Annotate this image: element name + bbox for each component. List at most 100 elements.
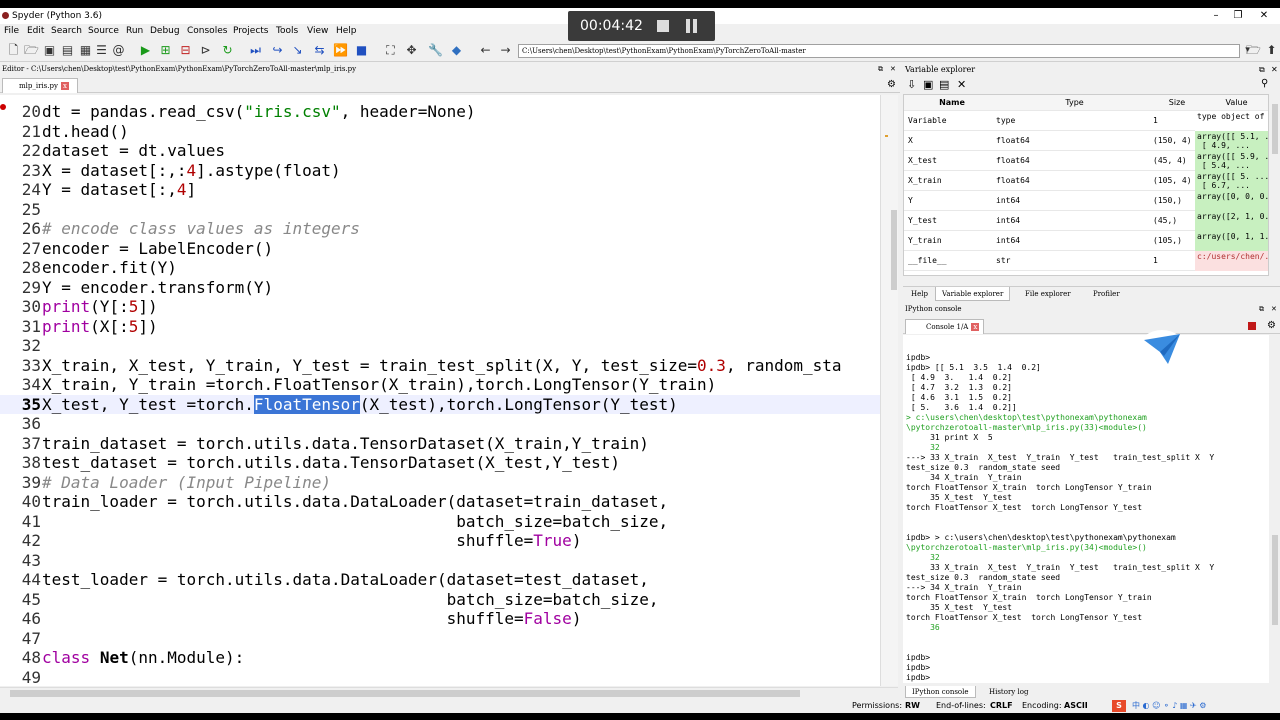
stop-recording-icon[interactable]	[657, 20, 669, 32]
tab-file-explorer[interactable]: File explorer	[1019, 287, 1077, 301]
float-pane-icon[interactable]: ⧉	[1259, 63, 1265, 77]
gear-icon[interactable]: ⚙	[1267, 320, 1276, 331]
search-icon[interactable]: ⚲	[1261, 78, 1268, 89]
code-token: ])	[138, 316, 158, 336]
variable-row[interactable]: Xfloat64 (150, 4)array([[ 5.1, ... [ 4.9,…	[904, 131, 1268, 151]
variable-row[interactable]: __file__ str 1 c:/users/chen/...	[904, 251, 1268, 271]
tab-mlp-iris[interactable]: mlp_iris.py x	[2, 78, 78, 93]
minimize-icon[interactable]: –	[1205, 8, 1227, 24]
step-return-icon[interactable]: ⇆	[312, 43, 327, 58]
variable-row[interactable]: Variable type 1 type object of builtins mod…	[904, 111, 1268, 131]
close-pane-icon[interactable]: ✕	[890, 63, 896, 76]
column-header-value[interactable]: Value	[1199, 95, 1268, 111]
save-data-icon[interactable]: ▣	[923, 78, 933, 91]
browse-folder-icon[interactable]: 🗁	[1246, 43, 1261, 58]
menu-item-edit[interactable]: Edit	[27, 26, 44, 36]
save-icon[interactable]: ▣	[42, 43, 57, 58]
variable-type: float64	[996, 176, 1030, 185]
save-all-icon[interactable]: ▤	[60, 43, 75, 58]
ime-logo-icon[interactable]: S	[1112, 700, 1126, 712]
run-selection-icon[interactable]: ⊳	[198, 43, 213, 58]
run-cell-icon[interactable]: ⊞	[158, 43, 173, 58]
debug-icon[interactable]: ⏭	[248, 43, 263, 58]
fullscreen-icon[interactable]: ✥	[404, 43, 419, 58]
line-number: 38	[21, 453, 41, 472]
close-tab-icon[interactable]: x	[971, 323, 980, 331]
new-file-icon[interactable]: 🗋	[6, 43, 21, 58]
console-output[interactable]: ipdb> ipdb> [[ 5.1 3.5 1.4 0.2] [ 4.9 3. …	[903, 335, 1269, 683]
gear-icon[interactable]: ⚙	[887, 79, 896, 90]
run-cell-advance-icon[interactable]: ⊟	[178, 43, 193, 58]
editor-horizontal-scrollbar[interactable]	[0, 687, 898, 699]
variable-table-scrollbar[interactable]	[1270, 94, 1280, 284]
forward-arrow-icon[interactable]: →	[498, 43, 513, 58]
variable-name: Y	[908, 196, 913, 205]
console-scrollbar[interactable]	[1270, 335, 1280, 683]
close-tab-icon[interactable]: x	[60, 82, 69, 90]
variable-row[interactable]: Y_test int64 (45,) array([2, 1, 0...	[904, 211, 1268, 231]
print-icon[interactable]: ▦	[78, 43, 93, 58]
tab-label: mlp_iris.py	[19, 82, 58, 90]
save-as-icon[interactable]: ▤	[939, 78, 949, 91]
tab-history-log[interactable]: History log	[983, 686, 1034, 698]
code-token: X_train, Y_train =torch.FloatTensor(X_tr…	[42, 375, 717, 394]
close-pane-icon[interactable]: ✕	[1271, 302, 1277, 316]
at-icon[interactable]: @	[111, 43, 126, 58]
import-data-icon[interactable]: ⇩	[907, 78, 916, 91]
code-line: 29Y = encoder.transform(Y)	[0, 278, 880, 298]
variable-row[interactable]: Y_train int64 (105,) array([0, 1, 1...	[904, 231, 1268, 251]
rerun-icon[interactable]: ↻	[220, 43, 235, 58]
menu-item-consoles[interactable]: Consoles	[187, 26, 227, 36]
variable-row[interactable]: Yint64 (150,) array([0, 0, 0...	[904, 191, 1268, 211]
stop-debug-icon[interactable]: ■	[354, 43, 369, 58]
menu-item-source[interactable]: Source	[88, 26, 119, 36]
code-editor[interactable]: 20dt = pandas.read_csv("iris.csv", heade…	[0, 95, 880, 686]
ime-tray-icons[interactable]: 中 ◐ ☺ ⚬ ♪ ▦ ✈ ⚙	[1132, 699, 1206, 713]
step-into-icon[interactable]: ↘	[290, 43, 305, 58]
tab-variable-explorer[interactable]: Variable explorer	[935, 287, 1011, 301]
maximize-icon[interactable]: ❐	[1227, 8, 1249, 24]
python-path-icon[interactable]: ◆	[449, 43, 464, 58]
float-pane-icon[interactable]: ⧉	[878, 63, 883, 76]
continue-icon[interactable]: ⏩	[333, 43, 348, 58]
close-pane-icon[interactable]: ✕	[1271, 63, 1278, 77]
tab-profiler[interactable]: Profiler	[1087, 287, 1126, 301]
column-header-type[interactable]: Type	[996, 95, 1153, 111]
menu-item-file[interactable]: File	[4, 26, 19, 36]
run-icon[interactable]: ▶	[138, 43, 153, 58]
editor-vertical-scrollbar[interactable]	[880, 95, 898, 686]
remove-all-icon[interactable]: ✕	[957, 78, 966, 91]
preferences-icon[interactable]: 🔧	[428, 43, 443, 58]
variable-row[interactable]: X_test float64 (45, 4) array([[ 5.9, ... [ …	[904, 151, 1268, 171]
back-arrow-icon[interactable]: ←	[478, 43, 493, 58]
menu-item-projects[interactable]: Projects	[233, 26, 268, 36]
step-icon[interactable]: ↪	[270, 43, 285, 58]
code-token: print	[42, 316, 91, 336]
stop-kernel-icon[interactable]	[1248, 322, 1256, 330]
menu-item-debug[interactable]: Debug	[150, 26, 180, 36]
pause-recording-icon[interactable]	[685, 19, 699, 33]
line-number: 45	[21, 589, 41, 609]
menu-item-help[interactable]: Help	[336, 26, 357, 36]
menu-item-view[interactable]: View	[307, 26, 328, 36]
line-number: 21	[21, 121, 41, 141]
float-pane-icon[interactable]: ⧉	[1259, 302, 1264, 316]
parent-directory-icon[interactable]: ⬆	[1264, 43, 1279, 58]
column-header-name[interactable]: Name	[908, 95, 996, 111]
tab-ipython-console[interactable]: IPython console	[905, 686, 976, 698]
tab-console-1a[interactable]: Console 1/A x	[905, 319, 985, 334]
close-icon[interactable]: ✕	[1253, 8, 1275, 24]
variable-type: str	[996, 256, 1011, 265]
open-file-icon[interactable]: 🗁	[24, 43, 39, 58]
menu-item-search[interactable]: Search	[51, 26, 82, 36]
list-icon[interactable]: ☰	[94, 43, 109, 58]
breakpoint-icon[interactable]	[0, 104, 6, 110]
menu-item-tools[interactable]: Tools	[276, 26, 298, 36]
menu-item-run[interactable]: Run	[126, 26, 143, 36]
tab-help[interactable]: Help	[905, 287, 934, 301]
working-directory-input[interactable]: C:\Users\chen\Desktop\test\PythonExam\Py…	[518, 44, 1240, 58]
maximize-pane-icon[interactable]: ⛶	[383, 43, 398, 58]
code-token: Y = dataset[:,	[42, 180, 177, 199]
column-header-size[interactable]: Size	[1153, 95, 1201, 111]
variable-row[interactable]: X_train float64 (105, 4) array([[ 5. ... [ …	[904, 171, 1268, 191]
